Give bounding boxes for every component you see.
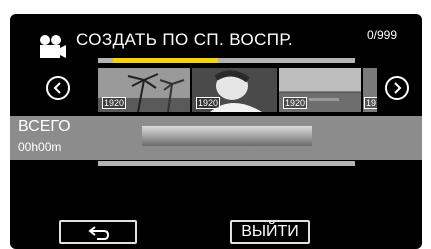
next-button[interactable] xyxy=(385,76,409,100)
chevron-left-icon xyxy=(53,82,61,94)
total-label: ВСЕГО xyxy=(18,118,71,135)
prev-button[interactable] xyxy=(46,76,70,100)
scene-counter: 0/999 xyxy=(367,28,398,42)
screen: СОЗДАТЬ ПО СП. ВОСПР. 0/999 1920 1920 19… xyxy=(10,14,422,249)
resolution-badge: 19 xyxy=(364,97,377,109)
total-time: 00h00m xyxy=(18,140,62,154)
thumbnail-3[interactable]: 1920 xyxy=(279,68,361,112)
movie-camera-icon xyxy=(40,35,66,58)
thumbnail-1[interactable]: 1920 xyxy=(98,68,190,112)
thumbnail-2[interactable]: 1920 xyxy=(192,68,277,112)
resolution-badge: 1920 xyxy=(196,97,221,109)
page-title: СОЗДАТЬ ПО СП. ВОСПР. xyxy=(76,30,294,49)
exit-button[interactable]: ВЫЙТИ xyxy=(230,220,310,244)
resolution-badge: 1920 xyxy=(283,97,308,109)
back-arrow-icon xyxy=(88,226,110,240)
thumbnail-4[interactable]: 19 xyxy=(363,68,377,112)
back-button[interactable] xyxy=(59,220,137,244)
chevron-right-icon xyxy=(394,82,402,94)
resolution-badge: 1920 xyxy=(102,97,127,109)
total-progress-bar xyxy=(142,126,312,146)
selection-highlight xyxy=(113,58,218,63)
strip-bottom-bar xyxy=(98,161,355,166)
